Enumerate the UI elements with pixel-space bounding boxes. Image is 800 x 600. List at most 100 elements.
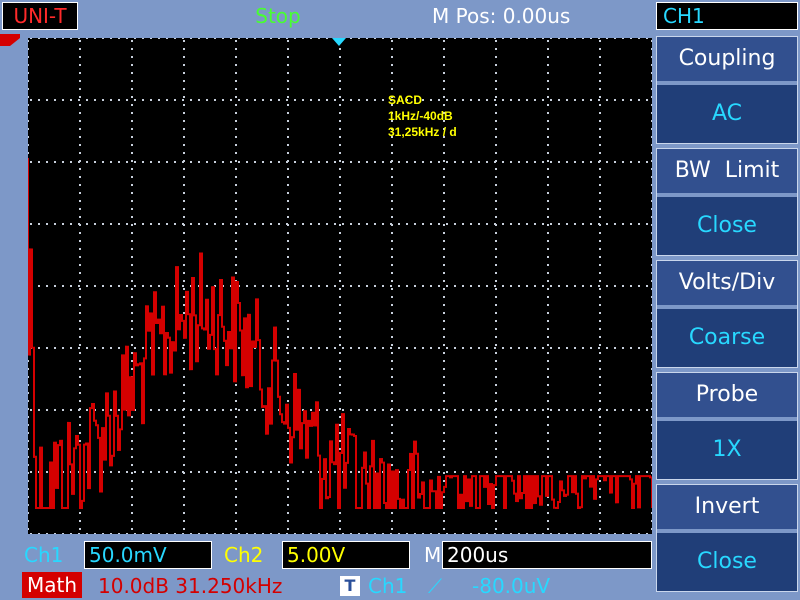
grid-dot	[94, 99, 96, 101]
grid-dot	[391, 280, 393, 282]
grid-dot	[131, 416, 133, 418]
grid-dot	[599, 384, 601, 386]
grid-dot	[287, 456, 289, 458]
grid-dot	[366, 533, 368, 535]
grid-dot	[166, 223, 168, 225]
menu-volts-div[interactable]: Volts/Div Coarse	[656, 260, 798, 368]
menu-bw-limit[interactable]: BW Limit Close	[656, 148, 798, 256]
grid-dot	[638, 37, 640, 39]
grid-dot	[294, 37, 296, 39]
grid-dot	[339, 376, 341, 378]
grid-dot	[406, 37, 408, 39]
grid-dot	[339, 528, 341, 530]
grid-dot	[547, 240, 549, 242]
menu-invert[interactable]: Invert Close	[656, 484, 798, 592]
grid-dot	[495, 104, 497, 106]
grid-dot	[651, 440, 653, 442]
grid-dot	[287, 232, 289, 234]
grid-dot	[638, 471, 640, 473]
grid-dot	[339, 288, 341, 290]
grid-dot	[131, 72, 133, 74]
grid-dot	[638, 161, 640, 163]
grid-dot	[391, 208, 393, 210]
grid-dot	[70, 533, 72, 535]
grid-dot	[495, 96, 497, 98]
grid-dot	[262, 409, 264, 411]
grid-dot	[542, 223, 544, 225]
grid-dot	[38, 223, 40, 225]
grid-dot	[131, 256, 133, 258]
grid-dot	[86, 99, 88, 101]
grid-dot	[502, 285, 504, 287]
grid-dot	[182, 99, 184, 101]
grid-dot	[79, 400, 81, 402]
grid-dot	[182, 347, 184, 349]
grid-dot	[126, 99, 128, 101]
grid-dot	[390, 347, 392, 349]
grid-dot	[547, 448, 549, 450]
grid-dot	[430, 471, 432, 473]
grid-dot	[158, 409, 160, 411]
grid-dot	[254, 223, 256, 225]
grid-dot	[287, 488, 289, 490]
grid-dot	[183, 312, 185, 314]
grid-dot	[350, 223, 352, 225]
grid-dot	[230, 37, 232, 39]
grid-dot	[54, 37, 56, 39]
grid-dot	[406, 285, 408, 287]
grid-dot	[606, 99, 608, 101]
grid-dot	[550, 409, 552, 411]
grid-dot	[183, 168, 185, 170]
grid-dot	[391, 384, 393, 386]
grid-dot	[518, 161, 520, 163]
grid-dot	[287, 448, 289, 450]
grid-dot	[131, 280, 133, 282]
grid-dot	[310, 347, 312, 349]
grid-dot	[443, 480, 445, 482]
grid-dot	[454, 347, 456, 349]
grid-dot	[339, 304, 341, 306]
grid-dot	[131, 216, 133, 218]
grid-dot	[235, 440, 237, 442]
grid-dot	[574, 99, 576, 101]
grid-dot	[510, 99, 512, 101]
grid-dot	[430, 37, 432, 39]
grid-dot	[183, 112, 185, 114]
grid-dot	[494, 471, 496, 473]
grid-dot	[443, 520, 445, 522]
grid-dot	[598, 471, 600, 473]
grid-dot	[422, 471, 424, 473]
grid-dot	[430, 285, 432, 287]
grid-dot	[102, 161, 104, 163]
grid-dot	[79, 216, 81, 218]
grid-dot	[443, 208, 445, 210]
grid-dot	[574, 533, 576, 535]
grid-dot	[214, 37, 216, 39]
grid-dot	[131, 232, 133, 234]
grid-dot	[27, 464, 29, 466]
grid-dot	[94, 471, 96, 473]
grid-dot	[110, 285, 112, 287]
grid-dot	[443, 448, 445, 450]
grid-dot	[246, 285, 248, 287]
grid-dot	[287, 336, 289, 338]
grid-dot	[339, 120, 341, 122]
grid-dot	[350, 99, 352, 101]
grid-dot	[478, 347, 480, 349]
grid-dot	[183, 304, 185, 306]
grid-dot	[510, 37, 512, 39]
grid-dot	[142, 37, 144, 39]
grid-dot	[494, 285, 496, 287]
grid-dot	[651, 528, 653, 530]
grid-dot	[27, 144, 29, 146]
menu-probe-label: Probe	[657, 373, 797, 417]
menu-coupling[interactable]: Coupling AC	[656, 36, 798, 144]
grid-dot	[79, 208, 81, 210]
grid-dot	[646, 347, 648, 349]
grid-dot	[134, 37, 136, 39]
menu-probe[interactable]: Probe 1X	[656, 372, 798, 480]
grid-dot	[27, 432, 29, 434]
grid-dot	[326, 285, 328, 287]
grid-dot	[542, 409, 544, 411]
grid-dot	[198, 533, 200, 535]
